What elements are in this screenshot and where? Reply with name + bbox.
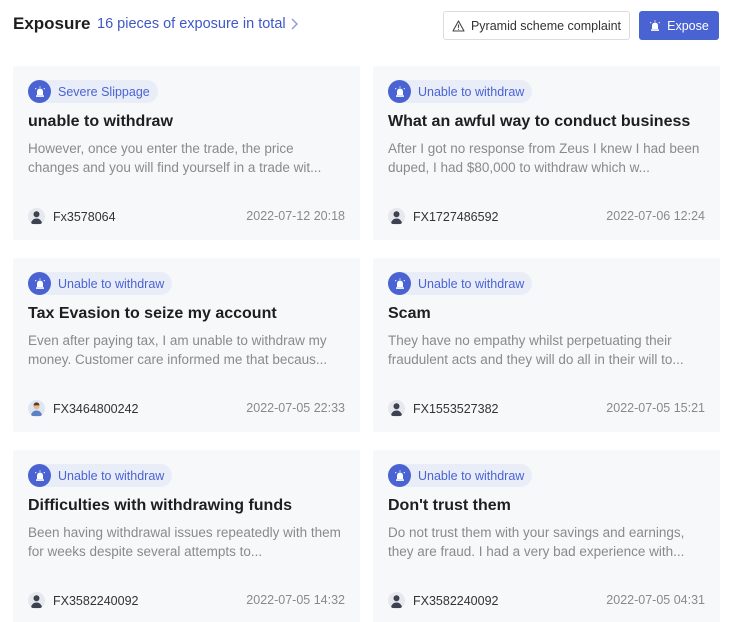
user-name: FX1553527382 bbox=[413, 401, 499, 416]
card-user: FX3582240092 bbox=[28, 592, 139, 609]
category-badge-label: Unable to withdraw bbox=[58, 468, 165, 483]
expose-label: Expose bbox=[667, 18, 709, 33]
user-avatar-icon bbox=[28, 592, 45, 609]
exposure-card[interactable]: Unable to withdraw Difficulties with wit… bbox=[13, 450, 360, 622]
alarm-siren-icon bbox=[28, 80, 51, 103]
warning-triangle-icon bbox=[452, 19, 465, 32]
card-date: 2022-07-05 04:31 bbox=[606, 593, 705, 607]
card-body: Do not trust them with your savings and … bbox=[388, 525, 685, 559]
pyramid-complaint-button[interactable]: Pyramid scheme complaint bbox=[443, 11, 630, 40]
category-badge-label: Severe Slippage bbox=[58, 84, 150, 99]
exposure-card[interactable]: Unable to withdraw What an awful way to … bbox=[373, 66, 720, 240]
category-badge-label: Unable to withdraw bbox=[418, 84, 525, 99]
card-body: However, once you enter the trade, the p… bbox=[28, 141, 322, 175]
card-date: 2022-07-12 20:18 bbox=[246, 209, 345, 223]
alarm-siren-icon bbox=[388, 80, 411, 103]
category-badge-label: Unable to withdraw bbox=[418, 468, 525, 483]
category-badge: Unable to withdraw bbox=[388, 272, 533, 295]
category-badge-label: Unable to withdraw bbox=[418, 276, 525, 291]
card-body: They have no empathy whilst perpetuating… bbox=[388, 333, 684, 367]
pyramid-complaint-label: Pyramid scheme complaint bbox=[470, 18, 622, 33]
card-user: FX1727486592 bbox=[388, 208, 499, 225]
card-body: Even after paying tax, I am unable to wi… bbox=[28, 333, 328, 367]
user-avatar-icon bbox=[388, 400, 405, 417]
card-title: Tax Evasion to seize my account bbox=[28, 305, 277, 322]
card-date: 2022-07-06 12:24 bbox=[606, 209, 705, 223]
total-exposure-link[interactable]: 16 pieces of exposure in total bbox=[97, 16, 299, 32]
page-header: Exposure 16 pieces of exposure in total … bbox=[0, 0, 733, 52]
exposure-card[interactable]: Unable to withdraw Scam They have no emp… bbox=[373, 258, 720, 432]
chevron-right-icon bbox=[291, 18, 298, 30]
total-exposure-label: 16 pieces of exposure in total bbox=[97, 16, 286, 32]
user-name: Fx3578064 bbox=[53, 209, 116, 224]
user-avatar-icon bbox=[28, 400, 45, 417]
alarm-siren-icon bbox=[388, 272, 411, 295]
alarm-siren-icon bbox=[388, 464, 411, 487]
card-title: Scam bbox=[388, 305, 431, 322]
user-name: FX3582240092 bbox=[53, 593, 139, 608]
page-title: Exposure bbox=[13, 14, 91, 33]
user-name: FX3464800242 bbox=[53, 401, 139, 416]
card-body: After I got no response from Zeus I knew… bbox=[388, 141, 700, 175]
card-body: Been having withdrawal issues repeatedly… bbox=[28, 525, 341, 559]
user-avatar-icon bbox=[28, 208, 45, 225]
user-avatar-icon bbox=[388, 208, 405, 225]
card-title: Don't trust them bbox=[388, 497, 511, 514]
category-badge-label: Unable to withdraw bbox=[58, 276, 165, 291]
user-name: FX1727486592 bbox=[413, 209, 499, 224]
card-user: Fx3578064 bbox=[28, 208, 116, 225]
card-title: unable to withdraw bbox=[28, 113, 173, 130]
category-badge: Unable to withdraw bbox=[28, 272, 173, 295]
alarm-siren-icon bbox=[28, 464, 51, 487]
exposure-card[interactable]: Severe Slippage unable to withdraw Howev… bbox=[13, 66, 360, 240]
user-avatar-icon bbox=[388, 592, 405, 609]
category-badge: Unable to withdraw bbox=[388, 80, 533, 103]
card-user: FX3582240092 bbox=[388, 592, 499, 609]
user-name: FX3582240092 bbox=[413, 593, 499, 608]
card-user: FX3464800242 bbox=[28, 400, 139, 417]
category-badge: Severe Slippage bbox=[28, 80, 158, 103]
exposure-card[interactable]: Unable to withdraw Tax Evasion to seize … bbox=[13, 258, 360, 432]
card-date: 2022-07-05 14:32 bbox=[246, 593, 345, 607]
alarm-siren-icon bbox=[28, 272, 51, 295]
alarm-siren-icon bbox=[650, 19, 661, 31]
card-date: 2022-07-05 15:21 bbox=[606, 401, 705, 415]
card-user: FX1553527382 bbox=[388, 400, 499, 417]
card-title: What an awful way to conduct business bbox=[388, 113, 691, 130]
exposure-card[interactable]: Unable to withdraw Don't trust them Do n… bbox=[373, 450, 720, 622]
category-badge: Unable to withdraw bbox=[28, 464, 173, 487]
card-date: 2022-07-05 22:33 bbox=[246, 401, 345, 415]
card-title: Difficulties with withdrawing funds bbox=[28, 497, 292, 514]
category-badge: Unable to withdraw bbox=[388, 464, 533, 487]
expose-button[interactable]: Expose bbox=[639, 11, 719, 40]
